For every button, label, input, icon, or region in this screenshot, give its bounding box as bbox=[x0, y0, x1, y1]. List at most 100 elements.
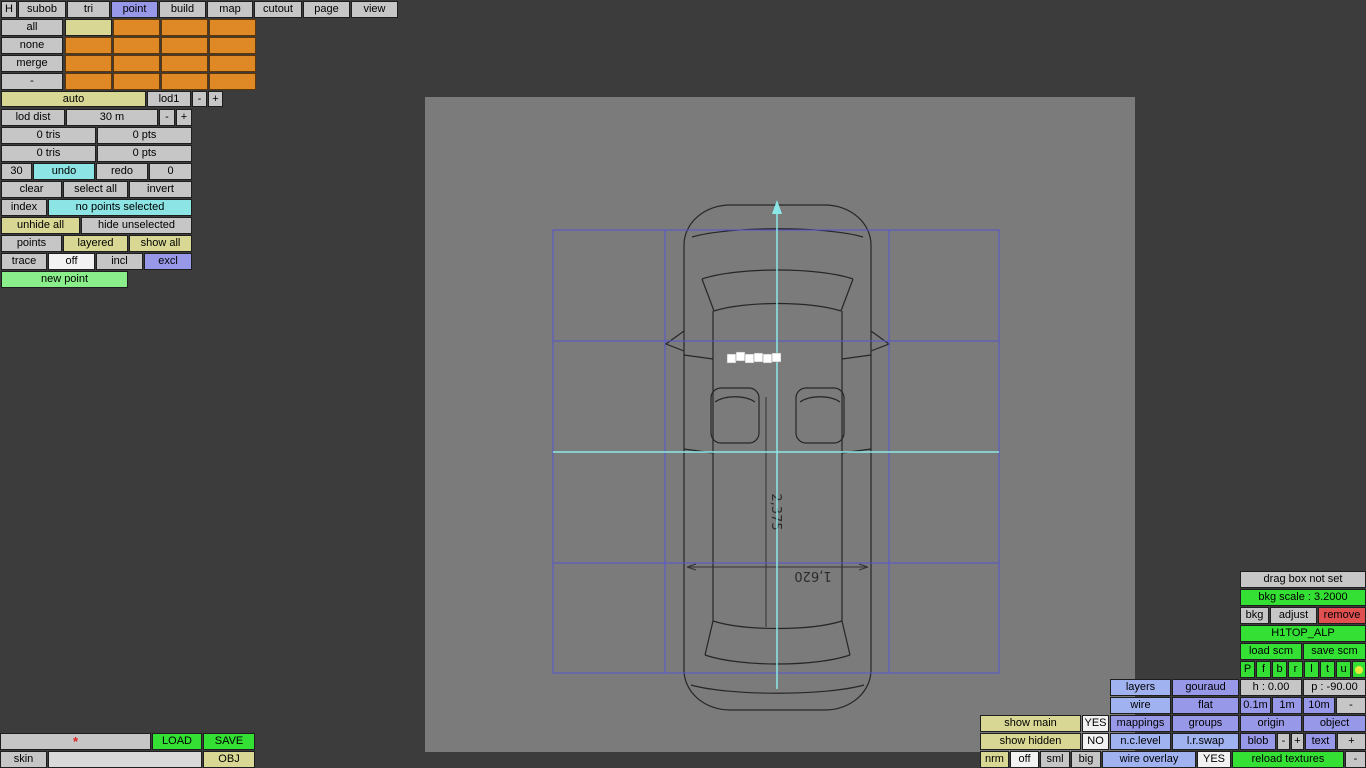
redo-button[interactable]: redo bbox=[96, 163, 148, 180]
viewport-svg[interactable]: 2,375 1,620 bbox=[425, 97, 1135, 752]
clear-button[interactable]: clear bbox=[1, 181, 62, 198]
subobject-grid-cell[interactable] bbox=[161, 73, 208, 90]
menu-cutout[interactable]: cutout bbox=[254, 1, 302, 18]
menu-tri[interactable]: tri bbox=[67, 1, 110, 18]
view-preset-l-button[interactable]: l bbox=[1304, 661, 1319, 678]
show-main-toggle[interactable]: YES bbox=[1082, 715, 1109, 732]
subobject-grid-cell[interactable] bbox=[113, 55, 160, 72]
load-scm-button[interactable]: load scm bbox=[1240, 643, 1302, 660]
menu-subob[interactable]: subob bbox=[18, 1, 66, 18]
nc-level-button[interactable]: n.c.level bbox=[1110, 733, 1171, 750]
skin-button[interactable]: skin bbox=[0, 751, 47, 768]
points-button[interactable]: points bbox=[1, 235, 62, 252]
view-preset-t-button[interactable]: t bbox=[1320, 661, 1335, 678]
mappings-button[interactable]: mappings bbox=[1110, 715, 1171, 732]
nrm-big-button[interactable]: big bbox=[1071, 751, 1101, 768]
show-all-button[interactable]: show all bbox=[129, 235, 192, 252]
load-button[interactable]: LOAD bbox=[152, 733, 202, 750]
subobject-minus-button[interactable]: - bbox=[1, 73, 63, 90]
origin-button[interactable]: origin bbox=[1240, 715, 1302, 732]
subobject-grid-cell[interactable] bbox=[161, 37, 208, 54]
flat-button[interactable]: flat bbox=[1172, 697, 1239, 714]
save-scm-button[interactable]: save scm bbox=[1303, 643, 1366, 660]
subobject-grid-cell[interactable] bbox=[65, 73, 112, 90]
subobject-none-button[interactable]: none bbox=[1, 37, 63, 54]
grid-10m-button[interactable]: 10m bbox=[1303, 697, 1335, 714]
nrm-button[interactable]: nrm bbox=[980, 751, 1009, 768]
wire-button[interactable]: wire bbox=[1110, 697, 1171, 714]
trace-button[interactable]: trace bbox=[1, 253, 47, 270]
index-button[interactable]: index bbox=[1, 199, 47, 216]
select-all-button[interactable]: select all bbox=[63, 181, 128, 198]
menu-map[interactable]: map bbox=[207, 1, 253, 18]
text-plus-button[interactable]: + bbox=[1337, 733, 1366, 750]
unhide-all-button[interactable]: unhide all bbox=[1, 217, 80, 234]
grid-minus-button[interactable]: - bbox=[1336, 697, 1366, 714]
lod-dist-value[interactable]: 30 m bbox=[66, 109, 158, 126]
subobject-all-button[interactable]: all bbox=[1, 19, 63, 36]
menu-h[interactable]: H bbox=[1, 1, 17, 18]
menu-view[interactable]: view bbox=[351, 1, 398, 18]
bkg-adjust-button[interactable]: adjust bbox=[1270, 607, 1317, 624]
reload-minus-button[interactable]: - bbox=[1345, 751, 1366, 768]
layers-button[interactable]: layers bbox=[1110, 679, 1171, 696]
subobject-grid-cell[interactable] bbox=[65, 37, 112, 54]
subobject-merge-button[interactable]: merge bbox=[1, 55, 63, 72]
wire-overlay-button[interactable]: wire overlay bbox=[1102, 751, 1196, 768]
view-preset-b-button[interactable]: b bbox=[1272, 661, 1287, 678]
show-main-button[interactable]: show main bbox=[980, 715, 1081, 732]
groups-button[interactable]: groups bbox=[1172, 715, 1239, 732]
nrm-off-button[interactable]: off bbox=[1010, 751, 1039, 768]
save-button[interactable]: SAVE bbox=[203, 733, 255, 750]
subobject-grid-cell[interactable] bbox=[161, 55, 208, 72]
obj-export-button[interactable]: OBJ bbox=[203, 751, 255, 768]
menu-page[interactable]: page bbox=[303, 1, 350, 18]
menu-point[interactable]: point bbox=[111, 1, 158, 18]
grid-1m-button[interactable]: 1m bbox=[1272, 697, 1302, 714]
gouraud-button[interactable]: gouraud bbox=[1172, 679, 1239, 696]
show-hidden-toggle[interactable]: NO bbox=[1082, 733, 1109, 750]
viewport-canvas[interactable]: 2,375 1,620 bbox=[425, 97, 1135, 752]
undo-button[interactable]: undo bbox=[33, 163, 95, 180]
lod-dist-plus-button[interactable]: + bbox=[176, 109, 192, 126]
subobject-grid-cell[interactable] bbox=[209, 55, 256, 72]
lr-swap-button[interactable]: l.r.swap bbox=[1172, 733, 1239, 750]
subobject-grid-cell[interactable] bbox=[113, 19, 160, 36]
layered-button[interactable]: layered bbox=[63, 235, 128, 252]
subobject-grid-cell[interactable] bbox=[209, 37, 256, 54]
texture-name-button[interactable]: H1TOP_ALP bbox=[1240, 625, 1366, 642]
lod-minus-button[interactable]: - bbox=[192, 91, 207, 107]
subobject-grid-cell[interactable] bbox=[161, 19, 208, 36]
bkg-remove-button[interactable]: remove bbox=[1318, 607, 1366, 624]
view-preset-u-button[interactable]: u bbox=[1336, 661, 1351, 678]
reload-textures-button[interactable]: reload textures bbox=[1232, 751, 1344, 768]
lod-auto-button[interactable]: auto bbox=[1, 91, 146, 107]
blob-minus-button[interactable]: - bbox=[1277, 733, 1290, 750]
invert-button[interactable]: invert bbox=[129, 181, 192, 198]
subobject-grid-cell[interactable] bbox=[65, 55, 112, 72]
blob-button[interactable]: blob bbox=[1240, 733, 1276, 750]
object-button[interactable]: object bbox=[1303, 715, 1366, 732]
subobject-grid-cell[interactable] bbox=[209, 73, 256, 90]
bkg-button[interactable]: bkg bbox=[1240, 607, 1269, 624]
hide-unselected-button[interactable]: hide unselected bbox=[81, 217, 192, 234]
view-preset-r-button[interactable]: r bbox=[1288, 661, 1303, 678]
subobject-grid-cell[interactable] bbox=[113, 73, 160, 90]
wire-overlay-toggle[interactable]: YES bbox=[1197, 751, 1231, 768]
trace-off-button[interactable]: off bbox=[48, 253, 95, 270]
trace-excl-button[interactable]: excl bbox=[144, 253, 192, 270]
lod-dist-label[interactable]: lod dist bbox=[1, 109, 65, 126]
trace-incl-button[interactable]: incl bbox=[96, 253, 143, 270]
view-preset-p-button[interactable]: P bbox=[1240, 661, 1255, 678]
new-point-button[interactable]: new point bbox=[1, 271, 128, 288]
grid-01m-button[interactable]: 0.1m bbox=[1240, 697, 1271, 714]
filename-input[interactable] bbox=[48, 751, 202, 768]
lod-plus-button[interactable]: + bbox=[208, 91, 223, 107]
blob-plus-button[interactable]: + bbox=[1291, 733, 1304, 750]
subobject-grid-cell[interactable] bbox=[113, 37, 160, 54]
text-button[interactable]: text bbox=[1305, 733, 1336, 750]
subobject-grid-cell[interactable] bbox=[65, 19, 112, 36]
lod-dist-minus-button[interactable]: - bbox=[159, 109, 175, 126]
nrm-sml-button[interactable]: sml bbox=[1040, 751, 1070, 768]
show-hidden-button[interactable]: show hidden bbox=[980, 733, 1081, 750]
